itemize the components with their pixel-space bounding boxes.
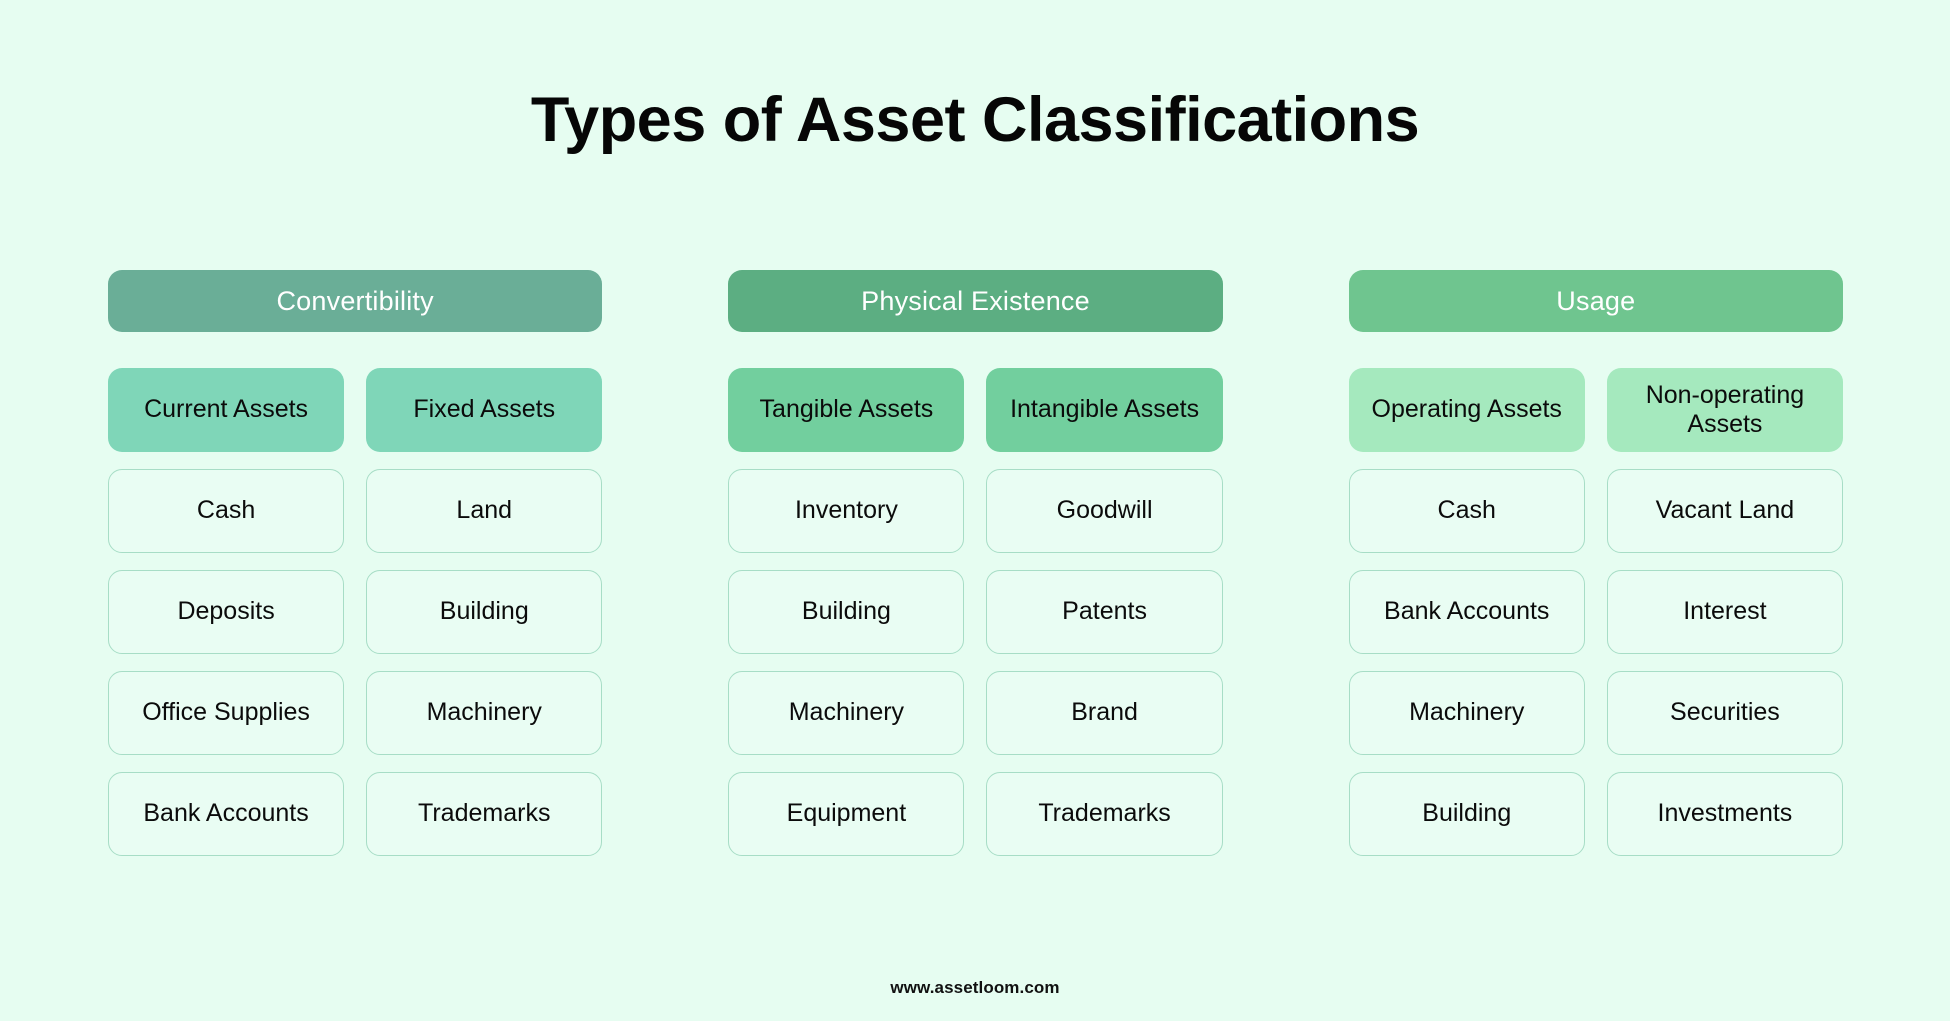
subcategory-row: Tangible Assets Intangible Assets: [728, 368, 1223, 452]
item-row: Building Investments: [1348, 772, 1843, 856]
subcategory-row: Operating Assets Non-operating Assets: [1348, 368, 1843, 452]
item-cell: Machinery: [1348, 671, 1585, 755]
column-header-usage: Usage: [1348, 270, 1843, 332]
item-cell: Bank Accounts: [108, 772, 345, 856]
item-cell: Vacant Land: [1606, 469, 1843, 553]
item-cell: Deposits: [108, 570, 345, 654]
column-header-convertibility: Convertibility: [108, 270, 603, 332]
item-cell: Trademarks: [366, 772, 603, 856]
subcategory-row: Current Assets Fixed Assets: [108, 368, 603, 452]
item-cell: Cash: [108, 469, 345, 553]
subcategory-cell: Non-operating Assets: [1606, 368, 1843, 452]
item-row: Equipment Trademarks: [728, 772, 1223, 856]
subcategory-cell: Tangible Assets: [728, 368, 965, 452]
item-row: Machinery Securities: [1348, 671, 1843, 755]
item-row: Building Patents: [728, 570, 1223, 654]
item-cell: Goodwill: [986, 469, 1223, 553]
page-title: Types of Asset Classifications: [530, 85, 1420, 155]
column-convertibility: Convertibility Current Assets Fixed Asse…: [108, 270, 603, 856]
item-cell: Equipment: [728, 772, 965, 856]
item-cell: Trademarks: [986, 772, 1223, 856]
item-cell: Land: [366, 469, 603, 553]
item-cell: Patents: [986, 570, 1223, 654]
subcategory-cell: Current Assets: [108, 368, 345, 452]
item-row: Bank Accounts Trademarks: [108, 772, 603, 856]
subcategory-cell: Fixed Assets: [366, 368, 603, 452]
item-cell: Building: [366, 570, 603, 654]
item-cell: Cash: [1348, 469, 1585, 553]
item-row: Cash Land: [108, 469, 603, 553]
infographic-page: Types of Asset Classifications Convertib…: [0, 0, 1950, 1021]
item-cell: Machinery: [728, 671, 965, 755]
item-row: Cash Vacant Land: [1348, 469, 1843, 553]
column-physical-existence: Physical Existence Tangible Assets Intan…: [728, 270, 1223, 856]
item-cell: Securities: [1606, 671, 1843, 755]
column-header-physical-existence: Physical Existence: [728, 270, 1223, 332]
classification-columns: Convertibility Current Assets Fixed Asse…: [108, 270, 1843, 856]
item-cell: Brand: [986, 671, 1223, 755]
item-cell: Office Supplies: [108, 671, 345, 755]
item-cell: Interest: [1606, 570, 1843, 654]
column-usage: Usage Operating Assets Non-operating Ass…: [1348, 270, 1843, 856]
item-row: Deposits Building: [108, 570, 603, 654]
item-row: Office Supplies Machinery: [108, 671, 603, 755]
item-cell: Investments: [1606, 772, 1843, 856]
item-cell: Building: [728, 570, 965, 654]
item-row: Machinery Brand: [728, 671, 1223, 755]
item-cell: Building: [1348, 772, 1585, 856]
item-cell: Machinery: [366, 671, 603, 755]
item-cell: Inventory: [728, 469, 965, 553]
subcategory-cell: Intangible Assets: [986, 368, 1223, 452]
subcategory-cell: Operating Assets: [1348, 368, 1585, 452]
item-row: Bank Accounts Interest: [1348, 570, 1843, 654]
item-row: Inventory Goodwill: [728, 469, 1223, 553]
footer-url: www.assetloom.com: [890, 978, 1060, 997]
item-cell: Bank Accounts: [1348, 570, 1585, 654]
